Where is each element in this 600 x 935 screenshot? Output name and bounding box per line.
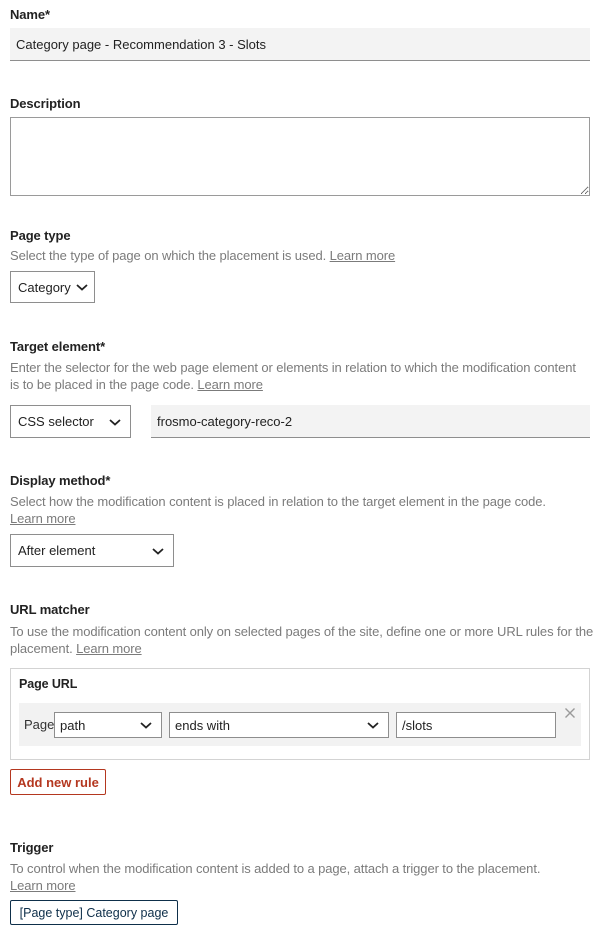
- page-type-help-text: Select the type of page on which the pla…: [10, 248, 327, 263]
- page-type-learn-more-link[interactable]: Learn more: [330, 248, 396, 263]
- target-element-label: Target element*: [10, 339, 106, 354]
- chevron-down-icon: [140, 722, 152, 729]
- url-part-select[interactable]: path: [54, 712, 162, 738]
- url-operator-value: ends with: [175, 717, 230, 733]
- add-new-rule-button[interactable]: Add new rule: [10, 769, 106, 795]
- url-operator-select[interactable]: ends with: [169, 712, 389, 738]
- chevron-down-icon: [152, 547, 164, 555]
- target-element-help-text: Enter the selector for the web page elem…: [10, 360, 576, 392]
- display-method-label: Display method*: [10, 473, 111, 488]
- page-type-label: Page type: [10, 228, 71, 243]
- target-element-learn-more-link[interactable]: Learn more: [197, 377, 263, 392]
- selector-type-select[interactable]: CSS selector: [10, 405, 131, 438]
- trigger-page-type-button[interactable]: [Page type] Category page: [10, 900, 178, 925]
- description-label: Description: [10, 96, 81, 111]
- trigger-learn-more-link[interactable]: Learn more: [10, 878, 76, 893]
- chevron-down-icon: [109, 418, 121, 426]
- close-icon[interactable]: [564, 707, 576, 719]
- page-url-title: Page URL: [19, 677, 78, 691]
- target-element-help: Enter the selector for the web page elem…: [10, 359, 580, 393]
- page-type-select-value: Category: [18, 279, 71, 295]
- page-type-help: Select the type of page on which the pla…: [10, 247, 590, 264]
- trigger-label: Trigger: [10, 840, 54, 855]
- chevron-down-icon: [367, 722, 379, 729]
- display-method-learn-more-link[interactable]: Learn more: [10, 511, 76, 526]
- trigger-help-text: To control when the modification content…: [10, 861, 541, 876]
- display-method-select[interactable]: After element: [10, 534, 174, 567]
- display-method-help: Select how the modification content is p…: [10, 493, 590, 527]
- display-method-help-text: Select how the modification content is p…: [10, 494, 546, 509]
- name-input[interactable]: [10, 28, 590, 61]
- description-textarea[interactable]: [10, 117, 590, 196]
- selector-value-input[interactable]: [151, 405, 590, 438]
- url-rule-prefix: Page: [24, 717, 55, 732]
- selector-type-value: CSS selector: [18, 414, 94, 429]
- url-rule-value-input[interactable]: [396, 712, 556, 738]
- url-part-value: path: [60, 717, 86, 733]
- url-matcher-learn-more-link[interactable]: Learn more: [76, 641, 142, 656]
- url-matcher-label: URL matcher: [10, 602, 90, 617]
- url-matcher-help: To use the modification content only on …: [10, 623, 595, 657]
- page-type-select[interactable]: Category: [10, 271, 95, 303]
- chevron-down-icon: [76, 284, 88, 291]
- display-method-value: After element: [18, 543, 96, 558]
- name-label: Name*: [10, 7, 50, 22]
- trigger-help: To control when the modification content…: [10, 860, 590, 894]
